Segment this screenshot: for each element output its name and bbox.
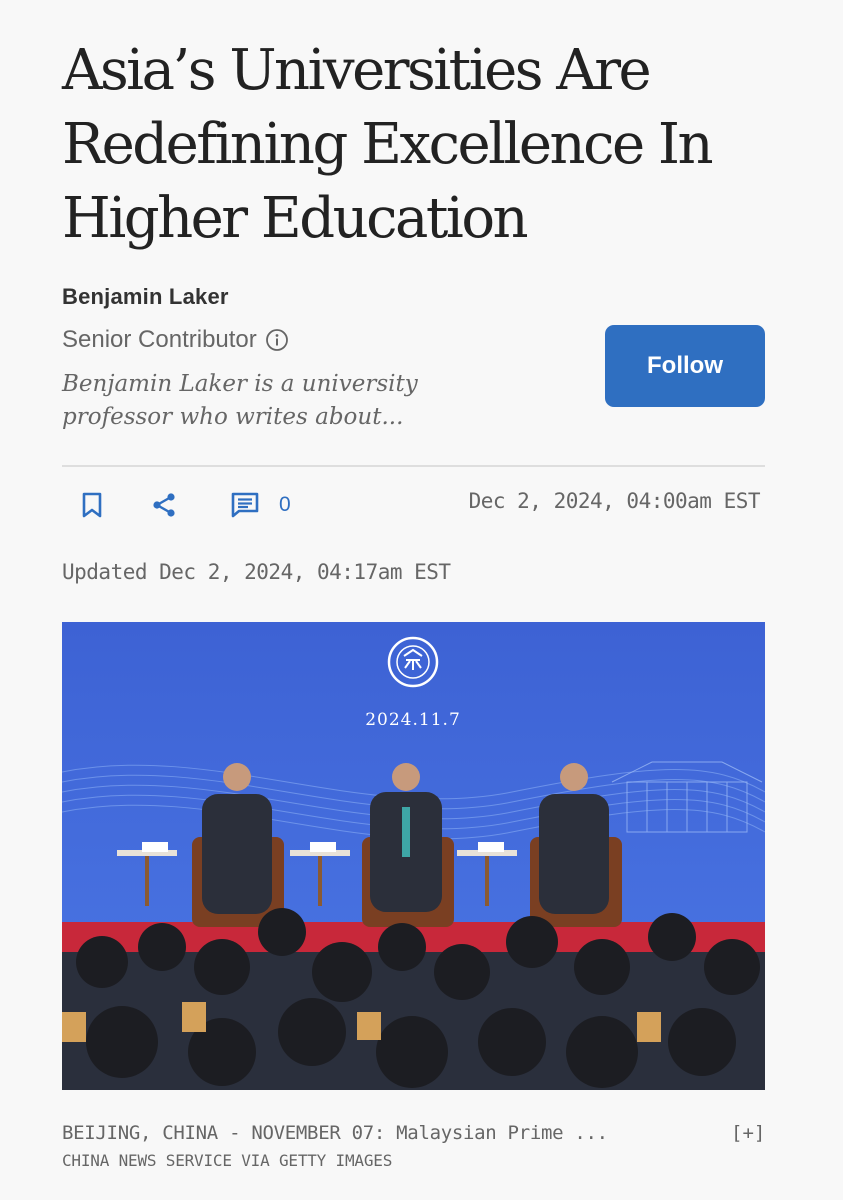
divider (62, 465, 765, 467)
comment-icon[interactable] (230, 491, 260, 519)
backdrop-date: 2024.11.7 (365, 710, 461, 730)
author-role: Senior Contributor (62, 326, 289, 354)
caption-expand-button[interactable]: [+] (731, 1122, 765, 1144)
info-icon[interactable] (265, 328, 289, 352)
photo-credit: CHINA NEWS SERVICE VIA GETTY IMAGES (62, 1151, 393, 1170)
publish-date: Dec 2, 2024, 04:00am EST (468, 489, 761, 513)
photo-caption: BEIJING, CHINA - NOVEMBER 07: Malaysian … (62, 1122, 608, 1144)
follow-button[interactable]: Follow (605, 325, 765, 407)
article-title: Asia’s Universities Are Redefining Excel… (62, 38, 714, 251)
article-photo[interactable]: 2024.11.7 (62, 622, 765, 1090)
updated-date: Updated Dec 2, 2024, 04:17am EST (62, 560, 451, 584)
author-role-label: Senior Contributor (62, 326, 257, 353)
share-icon[interactable] (150, 491, 178, 519)
comment-count[interactable]: 0 (279, 493, 291, 517)
photo-illustration: 2024.11.7 (62, 622, 765, 1090)
author-name[interactable]: Benjamin Laker (62, 284, 229, 310)
bookmark-icon[interactable] (80, 491, 104, 519)
author-bio: Benjamin Laker is a university professor… (62, 371, 418, 430)
